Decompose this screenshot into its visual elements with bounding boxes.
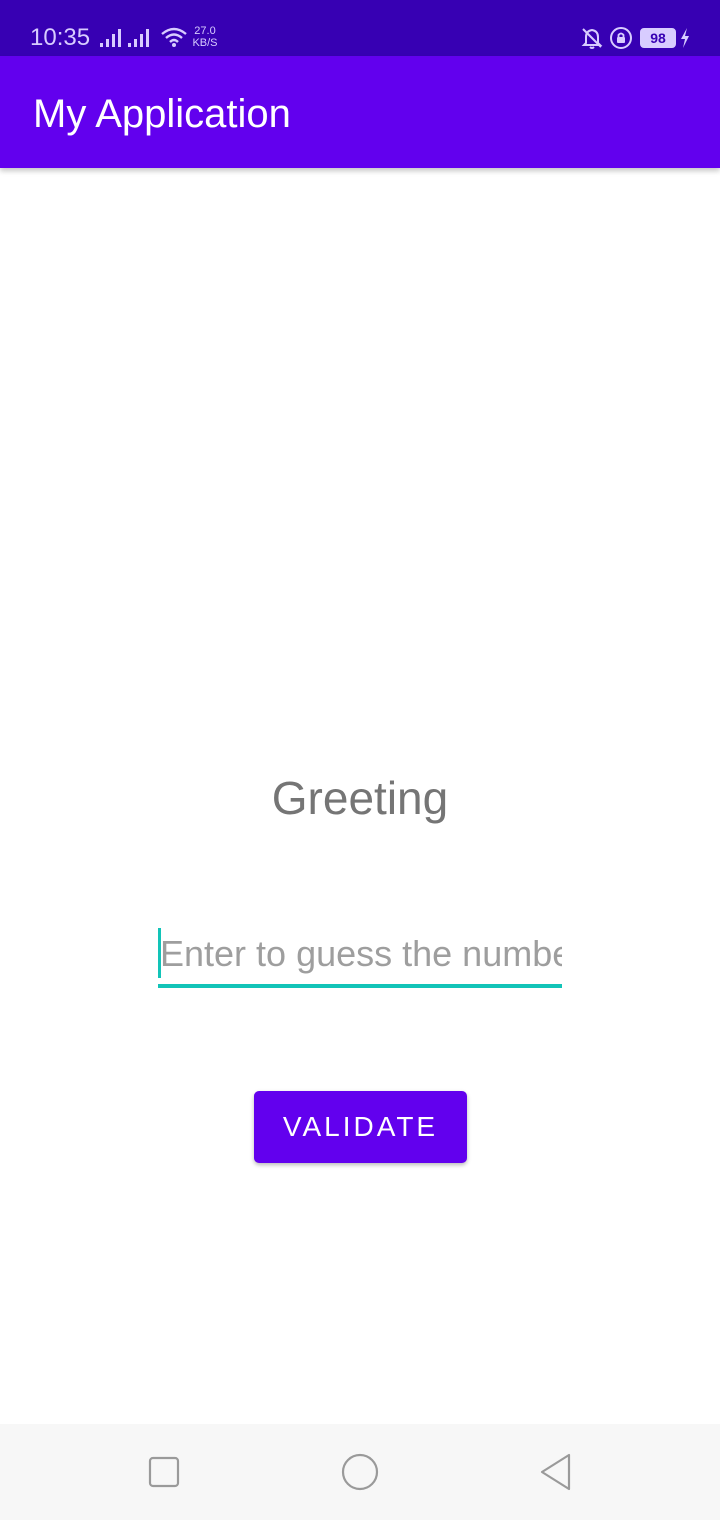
network-speed-value: 27.0 <box>194 25 216 37</box>
recents-button[interactable] <box>140 1448 188 1496</box>
guess-field[interactable] <box>158 926 562 988</box>
home-button[interactable] <box>336 1448 384 1496</box>
recents-icon <box>148 1456 180 1488</box>
signal-icon <box>100 29 121 47</box>
text-cursor <box>158 928 161 978</box>
guess-number-input[interactable] <box>158 926 562 982</box>
app-bar: My Application <box>0 56 720 168</box>
status-time: 10:35 <box>30 24 91 51</box>
input-underline <box>158 984 562 988</box>
status-bar: 10:35 27.0 KB/S 98 <box>0 0 720 56</box>
rotation-lock-icon <box>610 27 632 49</box>
bell-off-icon <box>581 28 603 49</box>
network-speed-unit: KB/S <box>192 37 218 49</box>
app-screen: 10:35 27.0 KB/S 98 My Application Greeti… <box>0 0 720 1520</box>
greeting-text: Greeting <box>271 772 449 824</box>
app-title: My Application <box>33 92 291 136</box>
back-icon <box>540 1453 571 1491</box>
battery-icon: 98 <box>640 28 676 48</box>
back-button[interactable] <box>532 1448 580 1496</box>
charging-icon <box>681 28 689 48</box>
home-icon <box>341 1453 379 1491</box>
wifi-icon <box>161 27 187 47</box>
network-speed: 27.0 KB/S <box>190 25 220 49</box>
validate-button[interactable]: VALIDATE <box>254 1091 467 1163</box>
navigation-bar <box>0 1424 720 1520</box>
signal-icon <box>128 29 149 47</box>
